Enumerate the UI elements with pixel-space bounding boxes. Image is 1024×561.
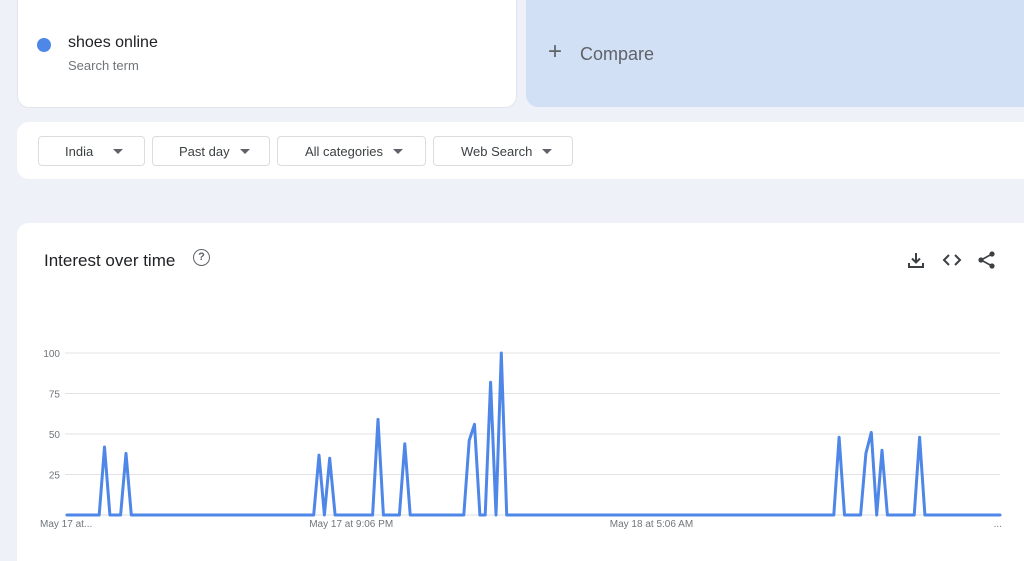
category-filter-label: All categories — [305, 143, 384, 159]
y-tick-label: 75 — [49, 390, 61, 401]
category-filter-dropdown[interactable]: All categories — [277, 136, 426, 166]
region-filter-label: India — [65, 143, 94, 159]
search-term-name[interactable]: shoes online — [68, 34, 158, 52]
compare-label: Compare — [580, 44, 655, 64]
plus-icon: + — [548, 38, 563, 65]
caret-down-icon — [113, 148, 124, 154]
search-term-subtitle: Search term — [68, 58, 139, 73]
region-filter-dropdown[interactable]: India — [38, 136, 145, 166]
filter-bar: India Past day All categories Web Search — [17, 122, 1024, 179]
y-tick-label: 25 — [49, 471, 61, 482]
caret-down-icon — [542, 148, 553, 154]
caret-down-icon — [393, 148, 404, 154]
time-filter-dropdown[interactable]: Past day — [152, 136, 270, 166]
series-color-dot — [37, 38, 51, 52]
x-tick-label: May 18 at 5:06 AM — [610, 519, 693, 530]
time-filter-label: Past day — [179, 143, 230, 159]
compare-button[interactable]: + Compare — [526, 0, 1024, 107]
y-tick-label: 100 — [43, 349, 60, 360]
caret-down-icon — [239, 148, 250, 154]
x-tick-label: May 17 at... — [40, 519, 92, 530]
interest-over-time-card: Interest over time ? 25 50 75 100 May 17 at… — [17, 223, 1024, 561]
search-type-filter-dropdown[interactable]: Web Search — [433, 136, 573, 166]
x-tick-label: ... — [994, 519, 1002, 530]
x-tick-label: May 17 at 9:06 PM — [309, 519, 393, 530]
search-type-filter-label: Web Search — [461, 143, 533, 159]
interest-line-chart: 25 50 75 100 May 17 at... May 17 at 9:06 PM M… — [40, 349, 1002, 530]
y-tick-label: 50 — [49, 430, 61, 441]
search-term-card[interactable]: shoes online Search term — [17, 0, 517, 108]
